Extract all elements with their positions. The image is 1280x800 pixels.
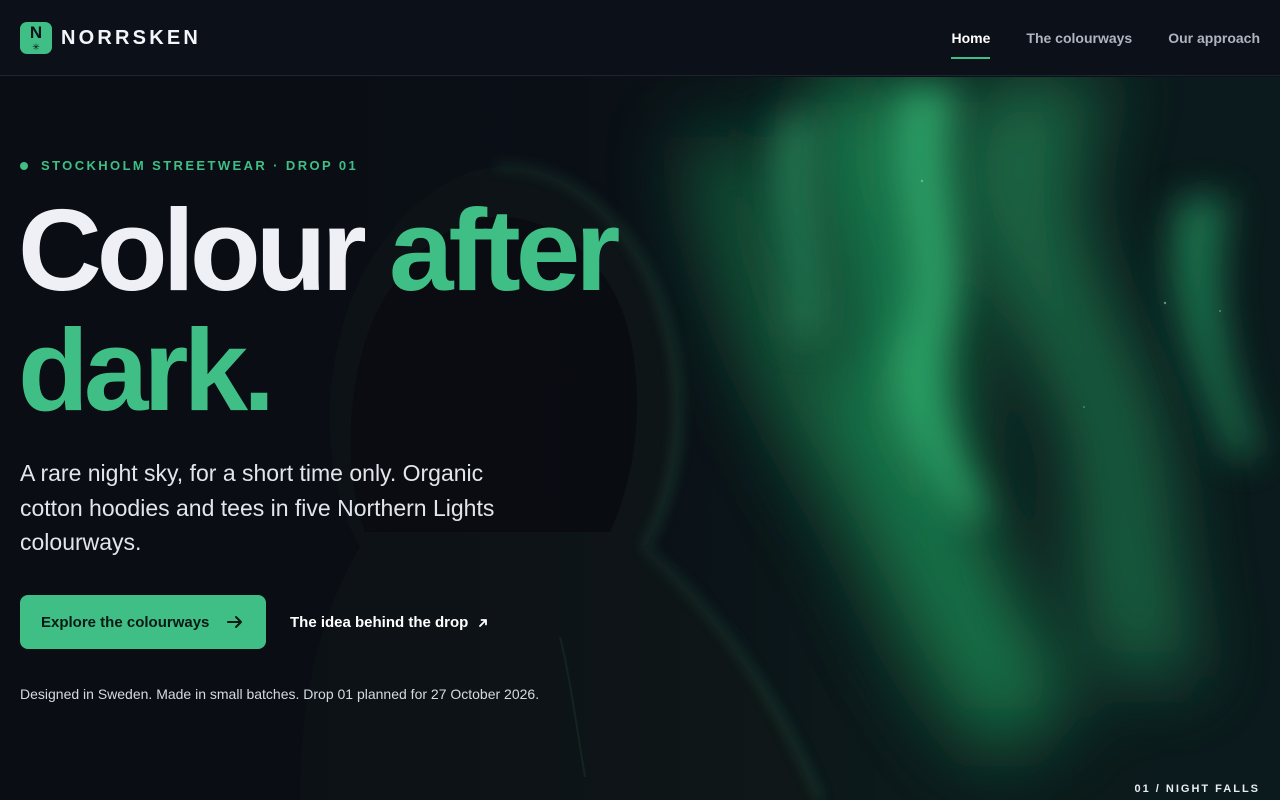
brand-logo-link[interactable]: N ✳ NORRSKEN	[20, 22, 201, 54]
headline-word-colour: Colour	[18, 185, 367, 315]
logo-letter: N	[29, 23, 43, 42]
nav-item-colourways[interactable]: The colourways	[1026, 30, 1132, 46]
arrow-up-right-icon	[479, 619, 488, 627]
explore-colourways-label: Explore the colourways	[41, 613, 210, 631]
eyebrow-text: STOCKHOLM STREETWEAR · DROP 01	[41, 158, 359, 173]
hero-footnote: Designed in Sweden. Made in small batche…	[20, 686, 540, 702]
hero-lede: A rare night sky, for a short time only.…	[20, 460, 495, 555]
explore-colourways-button[interactable]: Explore the colourways	[20, 595, 266, 649]
idea-behind-drop-label: The idea behind the drop	[290, 613, 469, 631]
main-nav: Home The colourways Our approach	[915, 0, 1260, 76]
slide-label: 01 / NIGHT FALLS	[1134, 783, 1260, 795]
nav-item-home[interactable]: Home	[951, 30, 990, 59]
arrow-right-icon	[227, 616, 242, 628]
brand-name: NORRSKEN	[61, 26, 202, 49]
headline-word-after: after	[388, 185, 620, 315]
idea-behind-drop-link[interactable]: The idea behind the drop	[290, 614, 489, 631]
logo-mark-icon: N ✳	[20, 22, 52, 54]
cta-row: Explore the colourways The idea behind t…	[20, 595, 489, 649]
nav-item-approach[interactable]: Our approach	[1168, 30, 1260, 46]
hero-headline: Colour after dark.	[18, 190, 620, 430]
headline-word-dark: dark.	[18, 305, 275, 435]
dot-icon	[20, 161, 28, 170]
eyebrow: STOCKHOLM STREETWEAR · DROP 01	[20, 158, 358, 173]
logo-star-icon: ✳	[32, 42, 40, 52]
site-header: N ✳ NORRSKEN Home The colourways Our app…	[0, 0, 1280, 76]
